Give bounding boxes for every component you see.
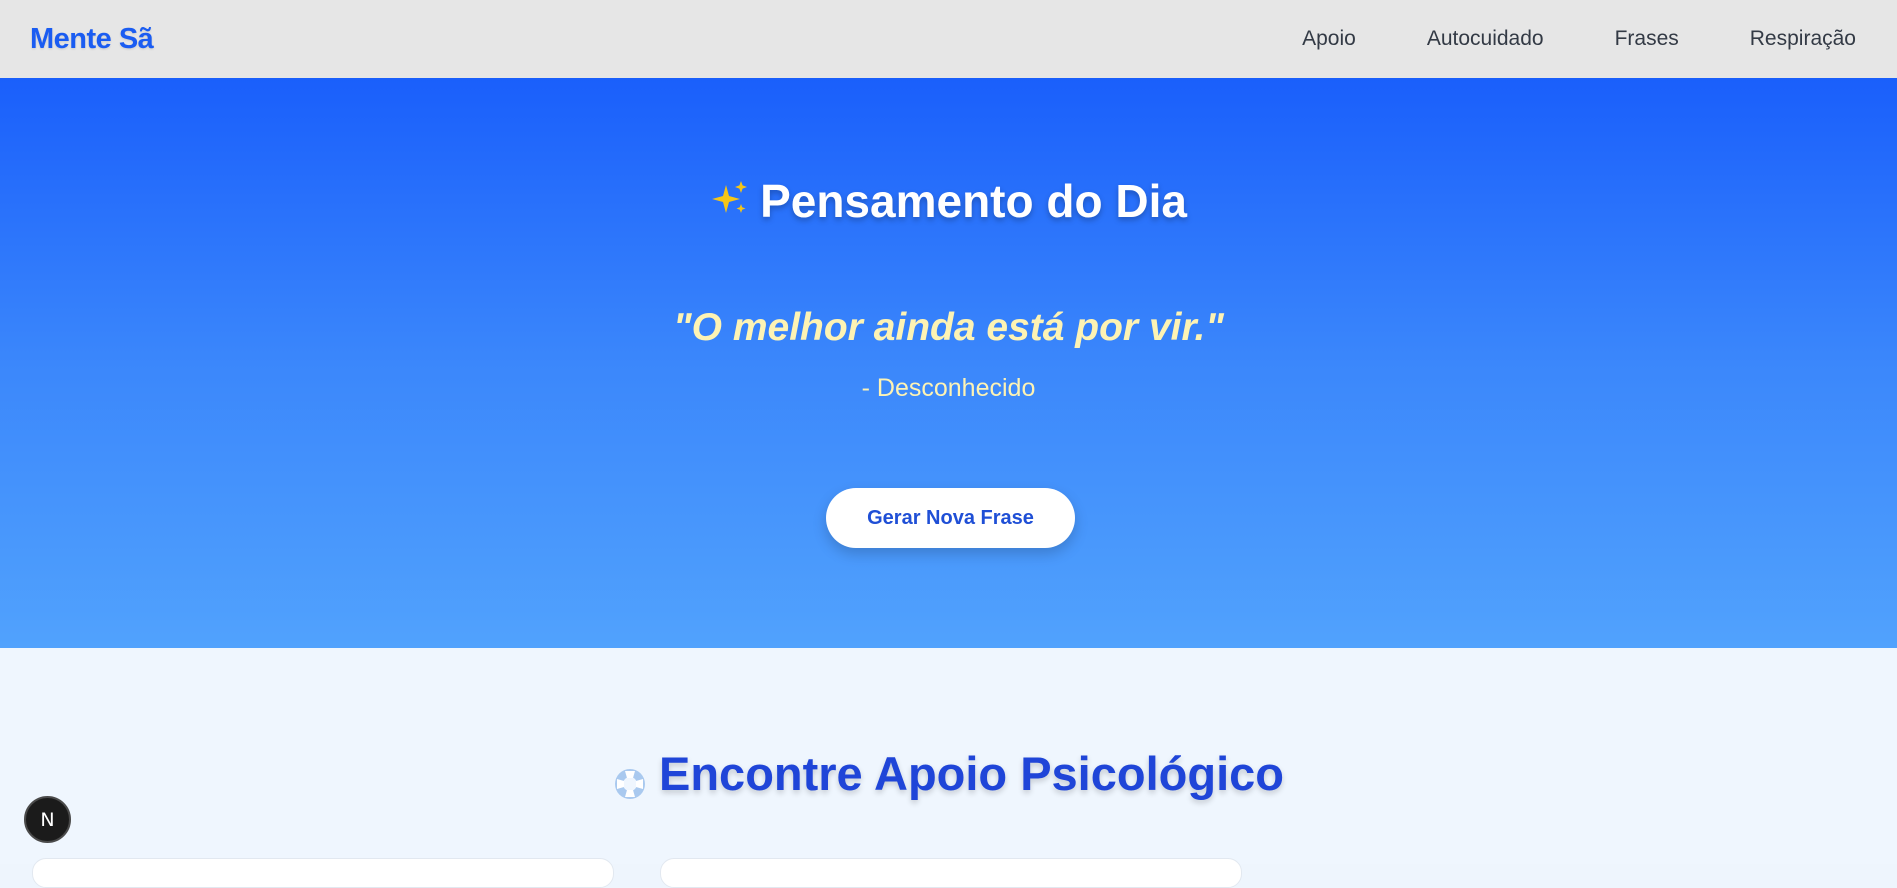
navbar: Mente Sã Apoio Autocuidado Frases Respir…: [0, 0, 1897, 78]
nav-item: Frases: [1615, 27, 1679, 51]
daily-thought-section: Pensamento do Dia "O melhor ainda está p…: [0, 78, 1897, 648]
nav-item: Apoio: [1302, 27, 1356, 51]
daily-thought-heading: Pensamento do Dia: [0, 174, 1897, 228]
support-heading: Encontre Apoio Psicológico: [0, 746, 1897, 801]
main-nav: Apoio Autocuidado Frases Respiração: [1302, 27, 1856, 51]
nav-item: Autocuidado: [1427, 27, 1544, 51]
brand-logo[interactable]: Mente Sã: [30, 23, 154, 56]
support-section: Encontre Apoio Psicológico: [0, 648, 1897, 888]
generate-quote-button[interactable]: Gerar Nova Frase: [826, 488, 1075, 548]
support-title: Encontre Apoio Psicológico: [659, 747, 1284, 800]
quote-author: - Desconhecido: [861, 374, 1036, 402]
nav-link-autocuidado[interactable]: Autocuidado: [1427, 27, 1544, 50]
dev-tools-badge[interactable]: N: [24, 796, 71, 843]
lifebuoy-icon: [613, 757, 647, 799]
nav-link-apoio[interactable]: Apoio: [1302, 27, 1356, 50]
nav-link-respiracao[interactable]: Respiração: [1750, 27, 1856, 50]
quote-text: "O melhor ainda está por vir.": [673, 306, 1224, 349]
nav-links: Apoio Autocuidado Frases Respiração: [1302, 27, 1856, 51]
support-card[interactable]: [660, 858, 1242, 888]
nav-link-frases[interactable]: Frases: [1615, 27, 1679, 50]
sparkles-icon: [710, 176, 750, 216]
support-card[interactable]: [32, 858, 614, 888]
nav-item: Respiração: [1750, 27, 1856, 51]
daily-thought-title: Pensamento do Dia: [760, 175, 1187, 227]
